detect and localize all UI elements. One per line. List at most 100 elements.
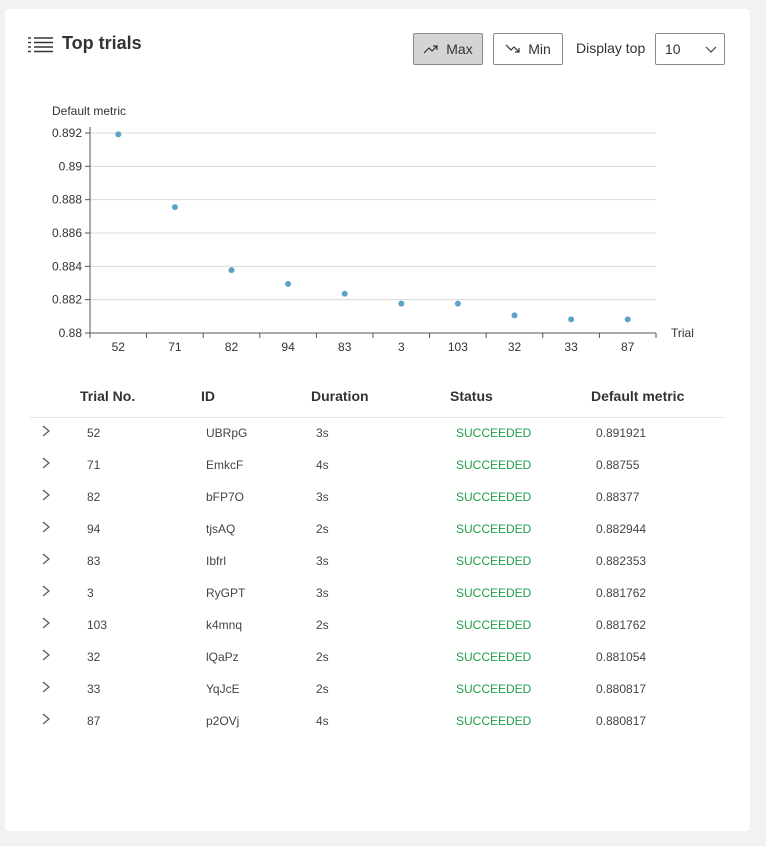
- min-button[interactable]: Min: [493, 33, 563, 65]
- table-header: Trial No. ID Duration Status Default met…: [30, 380, 725, 418]
- cell-trial-no: 94: [87, 522, 101, 536]
- column-header-default-metric[interactable]: Default metric: [591, 388, 684, 404]
- cell-status: SUCCEEDED: [456, 682, 532, 696]
- trend-down-icon: [505, 44, 520, 53]
- table-row[interactable]: 71 EmkcF 4s SUCCEEDED 0.88755: [30, 450, 725, 482]
- chevron-right-icon[interactable]: [40, 488, 52, 502]
- chevron-down-icon: [705, 46, 717, 53]
- cell-duration: 2s: [316, 682, 329, 696]
- cell-trial-no: 33: [87, 682, 101, 696]
- table-row[interactable]: 87 p2OVj 4s SUCCEEDED 0.880817: [30, 706, 725, 738]
- trials-table: Trial No. ID Duration Status Default met…: [30, 380, 725, 738]
- cell-duration: 2s: [316, 522, 329, 536]
- table-row[interactable]: 94 tjsAQ 2s SUCCEEDED 0.882944: [30, 514, 725, 546]
- table-row[interactable]: 82 bFP7O 3s SUCCEEDED 0.88377: [30, 482, 725, 514]
- trend-up-icon: [423, 45, 438, 54]
- cell-trial-no: 83: [87, 554, 101, 568]
- chevron-right-icon[interactable]: [40, 616, 52, 630]
- chevron-right-icon[interactable]: [40, 456, 52, 470]
- x-tick-label: 3: [398, 340, 405, 354]
- cell-trial-no: 103: [87, 618, 108, 632]
- cell-duration: 4s: [316, 714, 329, 728]
- table-row[interactable]: 33 YqJcE 2s SUCCEEDED 0.880817: [30, 674, 725, 706]
- top-trials-scatter-chart: Default metric 0.892 0.89 0.888 0.886 0.884 0.…: [52, 104, 694, 354]
- cell-default-metric: 0.88755: [596, 458, 640, 472]
- list-icon: [28, 37, 53, 53]
- y-tick-label: 0.888: [52, 193, 82, 207]
- y-tick-label: 0.882: [52, 293, 82, 307]
- cell-default-metric: 0.880817: [596, 682, 647, 696]
- column-header-status[interactable]: Status: [450, 388, 493, 404]
- cell-trial-no: 82: [87, 490, 101, 504]
- chevron-right-icon[interactable]: [40, 712, 52, 726]
- cell-default-metric: 0.881762: [596, 586, 647, 600]
- x-tick-label: 32: [508, 340, 522, 354]
- column-header-duration[interactable]: Duration: [311, 388, 369, 404]
- cell-duration: 3s: [316, 586, 329, 600]
- top-trials-card: Top trials Max Min Display top 10 Defaul…: [5, 9, 750, 831]
- cell-id: bFP7O: [206, 490, 245, 504]
- table-row[interactable]: 3 RyGPT 3s SUCCEEDED 0.881762: [30, 578, 725, 610]
- table-row[interactable]: 103 k4mnq 2s SUCCEEDED 0.881762: [30, 610, 725, 642]
- data-point: [228, 267, 235, 274]
- cell-status: SUCCEEDED: [456, 618, 532, 632]
- y-tick-label: 0.884: [52, 259, 82, 273]
- data-point: [454, 300, 461, 307]
- cell-status: SUCCEEDED: [456, 586, 532, 600]
- x-tick-label: 82: [225, 340, 239, 354]
- display-top-value: 10: [665, 41, 681, 57]
- chevron-right-icon[interactable]: [40, 648, 52, 662]
- max-button-label: Max: [446, 41, 473, 57]
- table-row[interactable]: 32 lQaPz 2s SUCCEEDED 0.881054: [30, 642, 725, 674]
- cell-status: SUCCEEDED: [456, 714, 532, 728]
- cell-default-metric: 0.881762: [596, 618, 647, 632]
- x-axis-label: Trial: [671, 326, 694, 340]
- cell-duration: 3s: [316, 426, 329, 440]
- column-header-trial-no[interactable]: Trial No.: [80, 388, 135, 404]
- min-button-label: Min: [528, 41, 551, 57]
- chevron-right-icon[interactable]: [40, 680, 52, 694]
- x-tick-label: 103: [448, 340, 468, 354]
- card-header: Top trials Max Min Display top 10: [5, 9, 750, 69]
- chevron-right-icon[interactable]: [40, 584, 52, 598]
- data-point: [624, 316, 631, 323]
- cell-duration: 2s: [316, 618, 329, 632]
- table-row[interactable]: 52 UBRpG 3s SUCCEEDED 0.891921: [30, 418, 725, 450]
- x-tick-label: 94: [281, 340, 295, 354]
- chevron-right-icon[interactable]: [40, 424, 52, 438]
- cell-duration: 4s: [316, 458, 329, 472]
- cell-trial-no: 52: [87, 426, 101, 440]
- cell-id: p2OVj: [206, 714, 240, 728]
- display-top-label: Display top: [576, 40, 646, 56]
- chevron-right-icon[interactable]: [40, 520, 52, 534]
- max-button[interactable]: Max: [413, 33, 483, 65]
- cell-default-metric: 0.882353: [596, 554, 647, 568]
- cell-id: EmkcF: [206, 458, 244, 472]
- cell-duration: 3s: [316, 554, 329, 568]
- cell-status: SUCCEEDED: [456, 490, 532, 504]
- data-point: [171, 204, 178, 211]
- y-tick-label: 0.892: [52, 126, 82, 140]
- data-point: [341, 290, 348, 297]
- x-tick-label: 33: [564, 340, 578, 354]
- display-top-select[interactable]: 10: [655, 33, 725, 65]
- data-point: [568, 316, 575, 323]
- x-tick-label: 83: [338, 340, 352, 354]
- cell-status: SUCCEEDED: [456, 458, 532, 472]
- column-header-id[interactable]: ID: [201, 388, 215, 404]
- cell-id: UBRpG: [206, 426, 248, 440]
- table-body: 52 UBRpG 3s SUCCEEDED 0.891921 71 EmkcF 4s SUCCE…: [30, 418, 725, 738]
- y-axis-label: Default metric: [52, 104, 126, 118]
- chevron-right-icon[interactable]: [40, 552, 52, 566]
- table-row[interactable]: 83 Ibfrl 3s SUCCEEDED 0.882353: [30, 546, 725, 578]
- cell-duration: 3s: [316, 490, 329, 504]
- cell-id: Ibfrl: [206, 554, 227, 568]
- cell-default-metric: 0.881054: [596, 650, 647, 664]
- data-point: [285, 280, 292, 287]
- data-point: [115, 131, 122, 138]
- cell-trial-no: 3: [87, 586, 94, 600]
- cell-status: SUCCEEDED: [456, 426, 532, 440]
- cell-status: SUCCEEDED: [456, 522, 532, 536]
- data-point: [398, 300, 405, 307]
- cell-id: YqJcE: [206, 682, 240, 696]
